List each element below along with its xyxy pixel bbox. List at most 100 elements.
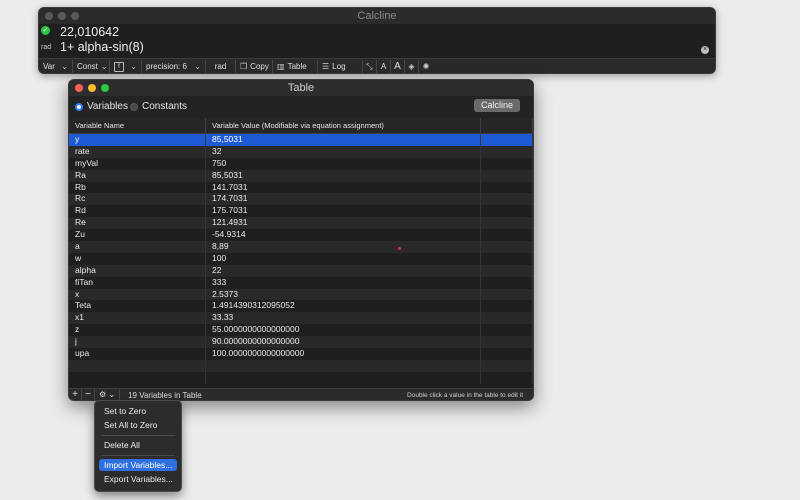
var-dropdown[interactable]: Var ⌄ bbox=[39, 60, 73, 73]
variable-value-cell[interactable]: 2.5373 bbox=[206, 288, 481, 301]
variable-value-cell[interactable]: 8,89 bbox=[206, 241, 481, 253]
menu-item-delete-all[interactable]: Delete All bbox=[99, 439, 177, 451]
palette-button[interactable]: ✺ bbox=[419, 60, 433, 73]
column-header-name[interactable]: Variable Name bbox=[69, 118, 206, 133]
clear-input-icon[interactable]: × bbox=[701, 46, 709, 54]
menu-item-set-to-zero[interactable]: Set to Zero bbox=[99, 405, 177, 417]
minimize-window-icon[interactable] bbox=[58, 12, 66, 20]
actions-popup-menu: Set to Zero Set All to Zero Delete All I… bbox=[94, 400, 182, 492]
constants-radio[interactable]: Constants bbox=[130, 101, 187, 112]
const-dropdown[interactable]: Const ⌄ bbox=[73, 60, 110, 73]
variable-value-cell[interactable]: 32 bbox=[206, 145, 481, 158]
radio-unselected-icon bbox=[130, 102, 138, 111]
variable-value-cell[interactable]: -54.9314 bbox=[206, 229, 481, 242]
window-controls[interactable] bbox=[75, 84, 109, 92]
variable-name-cell: y bbox=[69, 134, 206, 146]
variable-value-cell[interactable]: 175.7031 bbox=[206, 205, 481, 218]
variable-name-cell: w bbox=[69, 252, 206, 265]
variable-value-cell[interactable]: 1.4914390312095052 bbox=[206, 300, 481, 313]
table-row[interactable]: Rd 175.7031 bbox=[69, 205, 533, 218]
menu-item-export-variables[interactable]: Export Variables... bbox=[99, 473, 177, 485]
table-row[interactable]: Zu -54.9314 bbox=[69, 229, 533, 242]
angle-mode-label: rad bbox=[41, 44, 52, 51]
variables-radio-label: Variables bbox=[87, 101, 128, 112]
variables-radio[interactable]: Variables bbox=[75, 101, 128, 112]
close-window-icon[interactable] bbox=[75, 84, 83, 92]
variable-name-cell: Ra bbox=[69, 169, 206, 182]
variable-value-cell[interactable]: 90.0000000000000000 bbox=[206, 336, 481, 349]
table-button[interactable]: ▥ Table bbox=[273, 60, 318, 73]
zoom-window-icon[interactable] bbox=[71, 12, 79, 20]
table-row[interactable]: x1 33.33 bbox=[69, 312, 533, 325]
table-row[interactable]: w 100 bbox=[69, 252, 533, 265]
column-header-extra bbox=[481, 118, 533, 133]
table-row[interactable]: myVal 750 bbox=[69, 157, 533, 170]
zoom-window-icon[interactable] bbox=[101, 84, 109, 92]
variable-value-cell[interactable]: 85,5031 bbox=[206, 134, 481, 146]
rad-toggle-button[interactable]: rad bbox=[206, 60, 236, 73]
empty-cell bbox=[481, 288, 533, 301]
table-row[interactable]: upa 100.0000000000000000 bbox=[69, 348, 533, 360]
table-row[interactable]: y 85,5031 bbox=[69, 134, 533, 146]
empty-cell bbox=[481, 217, 533, 230]
close-window-icon[interactable] bbox=[45, 12, 53, 20]
table-row[interactable]: Rc 174.7031 bbox=[69, 193, 533, 206]
copy-label: Copy bbox=[250, 62, 269, 71]
empty-cell bbox=[481, 169, 533, 182]
variable-value-cell[interactable]: 174.7031 bbox=[206, 193, 481, 206]
variable-value-cell[interactable]: 33.33 bbox=[206, 312, 481, 325]
variable-value-cell[interactable]: 100 bbox=[206, 252, 481, 265]
table-row[interactable]: x 2.5373 bbox=[69, 288, 533, 301]
function-dropdown[interactable]: f ⌄ bbox=[110, 60, 142, 73]
calcline-window: Calcline ✓ 22,010642 rad 1+ alpha-sin(8)… bbox=[38, 7, 716, 74]
precision-label: precision: 6 bbox=[146, 62, 187, 71]
font-decrease-button[interactable]: A bbox=[377, 60, 391, 73]
table-row[interactable]: Rb 141.7031 bbox=[69, 181, 533, 194]
variable-value-cell bbox=[206, 359, 481, 372]
table-row[interactable]: j 90.0000000000000000 bbox=[69, 336, 533, 349]
log-label: Log bbox=[332, 62, 346, 71]
variable-value-cell[interactable]: 121.4931 bbox=[206, 217, 481, 230]
gear-icon: ⚙ bbox=[99, 390, 107, 399]
table-row bbox=[69, 371, 533, 384]
expand-button[interactable]: ⤡ bbox=[363, 60, 377, 73]
menu-item-import-variables[interactable]: Import Variables... bbox=[99, 459, 177, 471]
variable-value-cell[interactable]: 750 bbox=[206, 157, 481, 170]
menu-item-set-all-to-zero[interactable]: Set All to Zero bbox=[99, 419, 177, 431]
calcline-button[interactable]: Calcline bbox=[474, 99, 520, 112]
font-small-icon: A bbox=[380, 62, 387, 71]
remove-variable-button[interactable]: − bbox=[82, 389, 95, 400]
precision-dropdown[interactable]: precision: 6 ⌄ bbox=[142, 60, 206, 73]
fill-color-button[interactable]: ◈ bbox=[405, 60, 419, 73]
table-row[interactable]: fiTan 333 bbox=[69, 276, 533, 289]
variable-name-cell: Re bbox=[69, 217, 206, 230]
expression-input[interactable]: 1+ alpha-sin(8) bbox=[60, 40, 144, 54]
table-row[interactable]: Ra 85,5031 bbox=[69, 169, 533, 182]
log-button[interactable]: ☰ Log bbox=[318, 60, 363, 73]
window-controls[interactable] bbox=[45, 12, 79, 20]
table-titlebar: Table bbox=[69, 80, 533, 96]
variable-name-cell: alpha bbox=[69, 264, 206, 277]
column-header-value[interactable]: Variable Value (Modifiable via equation … bbox=[206, 118, 481, 133]
table-row[interactable]: Teta 1.4914390312095052 bbox=[69, 300, 533, 313]
variable-value-cell[interactable]: 100.0000000000000000 bbox=[206, 348, 481, 360]
variable-count: 19 Variables in Table bbox=[128, 390, 202, 400]
variable-value-cell[interactable]: 333 bbox=[206, 276, 481, 289]
variable-value-cell[interactable]: 55.0000000000000000 bbox=[206, 324, 481, 337]
table-row[interactable]: Re 121.4931 bbox=[69, 217, 533, 230]
font-increase-button[interactable]: A bbox=[391, 60, 405, 73]
table-row[interactable]: a 8,89 bbox=[69, 241, 533, 253]
variable-value-cell[interactable]: 141.7031 bbox=[206, 181, 481, 194]
table-row[interactable]: rate 32 bbox=[69, 145, 533, 158]
copy-button[interactable]: ❐ Copy bbox=[236, 60, 273, 73]
empty-cell bbox=[481, 205, 533, 218]
variable-name-cell bbox=[69, 371, 206, 384]
table-row[interactable]: alpha 22 bbox=[69, 264, 533, 277]
table-header: Variable Name Variable Value (Modifiable… bbox=[69, 118, 533, 134]
minimize-window-icon[interactable] bbox=[88, 84, 96, 92]
variable-value-cell[interactable]: 22 bbox=[206, 264, 481, 277]
table-row[interactable]: z 55.0000000000000000 bbox=[69, 324, 533, 337]
empty-cell bbox=[481, 181, 533, 194]
variable-value-cell[interactable]: 85,5031 bbox=[206, 169, 481, 182]
add-variable-button[interactable]: + bbox=[69, 389, 82, 400]
